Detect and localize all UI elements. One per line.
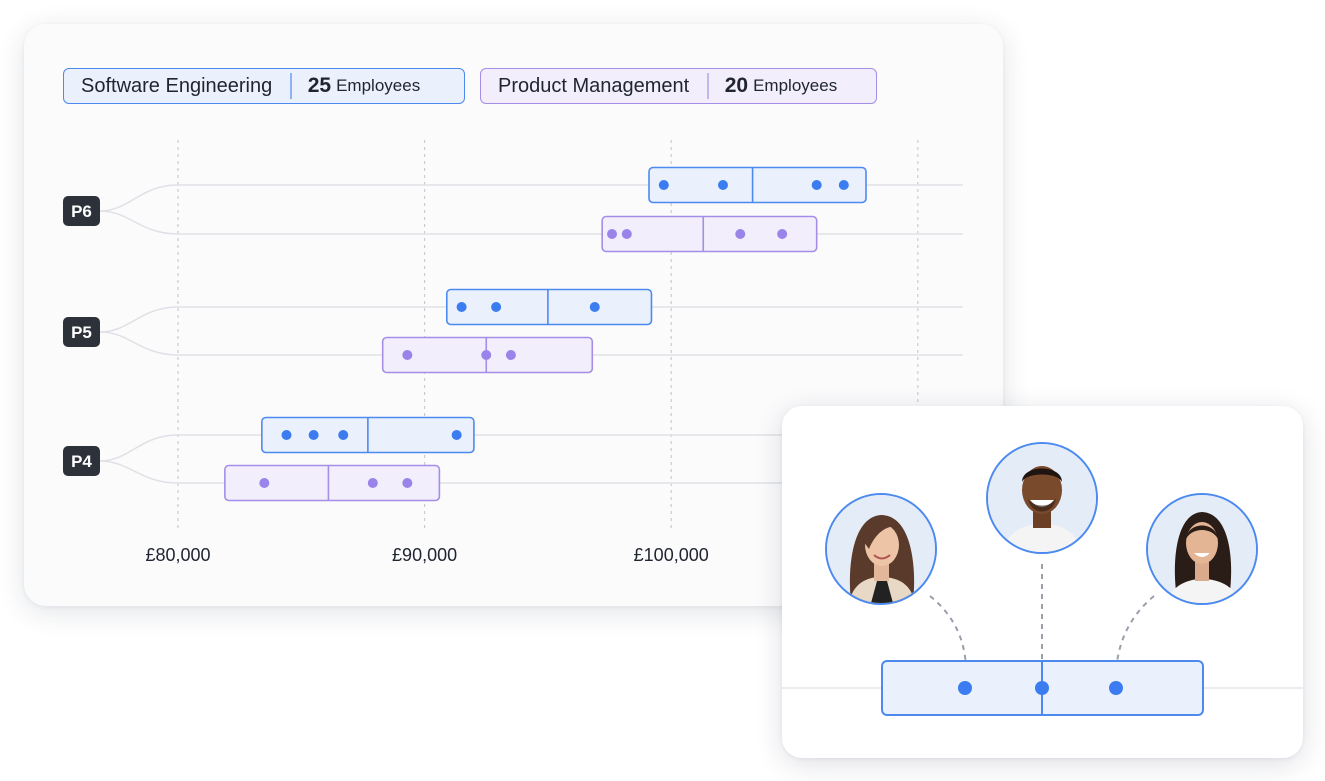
product-salary-point[interactable]	[367, 478, 378, 488]
avatar-man-smiling[interactable]	[986, 442, 1098, 554]
person-photo-icon	[1148, 495, 1256, 603]
x-tick-label: £80,000	[145, 545, 210, 565]
avatar-woman-dark-hair[interactable]	[1146, 493, 1258, 605]
software-salary-point[interactable]	[308, 430, 319, 440]
software-salary-point[interactable]	[717, 180, 728, 190]
x-tick-label: £90,000	[392, 545, 457, 565]
person-photo-icon	[827, 495, 935, 603]
software-salary-point[interactable]	[338, 430, 349, 440]
software-salary-point[interactable]	[589, 302, 600, 312]
software-box	[445, 288, 653, 326]
software-box	[648, 166, 867, 204]
software-salary-point[interactable]	[811, 180, 822, 190]
avatar-woman-brunette[interactable]	[825, 493, 937, 605]
detail-point[interactable]	[1109, 681, 1123, 695]
product-salary-point[interactable]	[505, 350, 516, 360]
product-salary-point[interactable]	[735, 229, 746, 239]
row-track-line	[99, 210, 963, 235]
software-salary-point[interactable]	[281, 430, 292, 440]
software-salary-point[interactable]	[491, 302, 502, 312]
software-salary-point[interactable]	[658, 180, 669, 190]
product-salary-point[interactable]	[402, 478, 413, 488]
software-salary-point[interactable]	[456, 302, 467, 312]
software-salary-point[interactable]	[451, 430, 462, 440]
software-salary-point[interactable]	[838, 180, 849, 190]
level-label: P5	[71, 323, 92, 342]
product-salary-point[interactable]	[259, 478, 270, 488]
product-salary-point[interactable]	[777, 229, 788, 239]
level-label: P6	[71, 202, 92, 221]
product-salary-point[interactable]	[621, 229, 632, 239]
product-salary-point[interactable]	[607, 229, 618, 239]
x-tick-label: £100,000	[634, 545, 709, 565]
detail-point[interactable]	[1035, 681, 1049, 695]
product-salary-point[interactable]	[481, 350, 492, 360]
level-label: P4	[71, 452, 92, 471]
detail-point[interactable]	[958, 681, 972, 695]
product-salary-point[interactable]	[402, 350, 413, 360]
employee-detail-panel	[782, 406, 1303, 758]
person-photo-icon	[988, 444, 1096, 552]
